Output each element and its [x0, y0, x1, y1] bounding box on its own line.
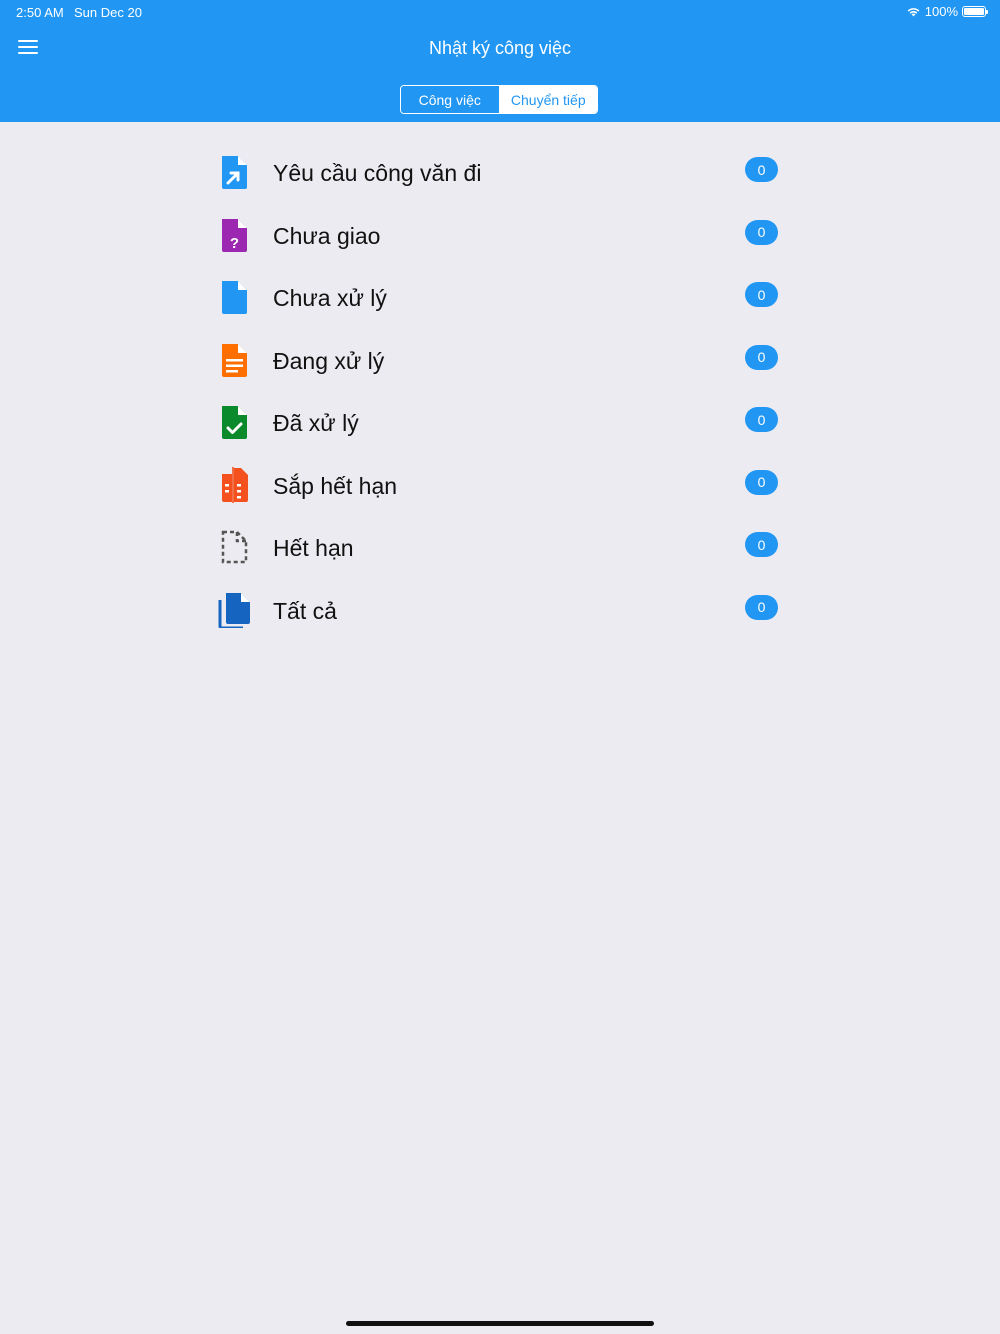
- app-header: 2:50 AM Sun Dec 20 100% Nhật ký công việ…: [0, 0, 1000, 122]
- item-label: Tất cả: [273, 597, 337, 624]
- item-label: Yêu cầu công văn đi: [273, 160, 482, 186]
- item-label: Chưa xử lý: [273, 285, 387, 311]
- count-badge: 0: [745, 344, 778, 370]
- list-item-het-han[interactable]: Hết hạn 0: [215, 515, 785, 578]
- item-label: Đã xử lý: [273, 410, 359, 436]
- count-badge: 0: [745, 532, 778, 557]
- document-lines-icon: [222, 343, 247, 377]
- list-item-sap-het-han[interactable]: Sắp hết hạn 0: [215, 453, 785, 516]
- status-time: 2:50 AM: [16, 5, 64, 20]
- list-item-tat-ca[interactable]: Tất cả 0: [215, 578, 785, 641]
- category-list: Yêu cầu công văn đi 0 ? Chưa giao 0 Chưa…: [215, 140, 785, 640]
- list-item-dang-xu-ly[interactable]: Đang xử lý 0: [215, 328, 785, 391]
- tab-cong-viec[interactable]: Công việc: [401, 86, 500, 113]
- list-item-da-xu-ly[interactable]: Đã xử lý 0: [215, 390, 785, 453]
- count-badge: 0: [745, 282, 778, 307]
- status-date: Sun Dec 20: [74, 5, 142, 20]
- tab-chuyen-tiep[interactable]: Chuyển tiếp: [499, 86, 597, 113]
- svg-text:?: ?: [230, 235, 239, 252]
- document-compare-icon: [222, 466, 248, 503]
- home-indicator[interactable]: [346, 1321, 654, 1326]
- battery-icon: [962, 6, 988, 17]
- status-indicators: 100%: [906, 4, 988, 19]
- list-item-chua-giao[interactable]: ? Chưa giao 0: [215, 203, 785, 266]
- wifi-icon: [907, 8, 920, 17]
- count-badge: 0: [745, 407, 778, 432]
- page-title: Nhật ký công việc: [428, 38, 572, 58]
- item-label: Hết hạn: [273, 535, 354, 561]
- list-item-yeu-cau-cong-van-di[interactable]: Yêu cầu công văn đi 0: [215, 140, 785, 203]
- document-dashed-icon: [221, 530, 248, 564]
- item-label: Sắp hết hạn: [273, 472, 398, 499]
- item-label: Chưa giao: [273, 222, 381, 249]
- documents-copy-icon: [218, 592, 250, 628]
- document-outgoing-icon: [222, 156, 247, 189]
- battery-percent: 100%: [924, 4, 958, 19]
- segmented-control: Công việc Chuyển tiếp: [400, 85, 598, 114]
- document-icon: [222, 281, 247, 314]
- count-badge: 0: [745, 157, 778, 182]
- list-item-chua-xu-ly[interactable]: Chưa xử lý 0: [215, 265, 785, 328]
- count-badge: 0: [745, 469, 778, 495]
- count-badge: 0: [745, 219, 778, 245]
- item-label: Đang xử lý: [273, 347, 385, 374]
- count-badge: 0: [745, 594, 778, 620]
- document-question-icon: ?: [222, 218, 247, 252]
- document-check-icon: [222, 406, 247, 439]
